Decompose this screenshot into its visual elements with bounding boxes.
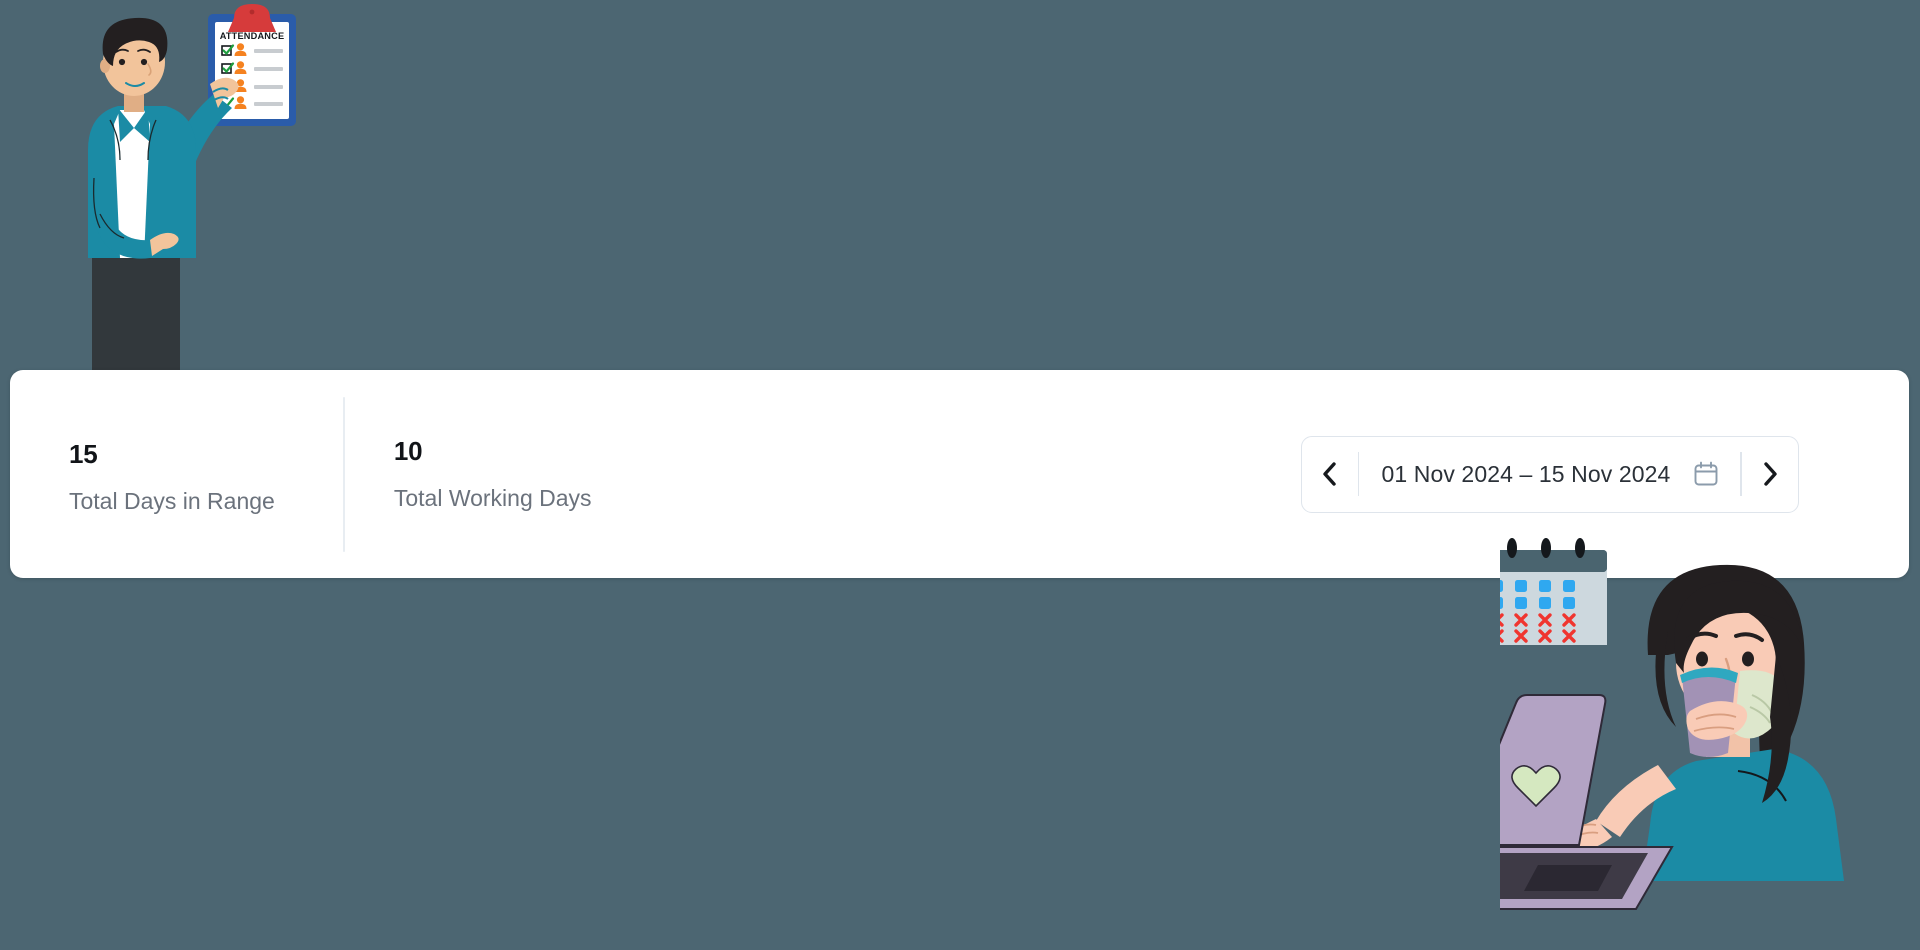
stat-total-days-in-range: 15 Total Days in Range xyxy=(10,435,275,513)
svg-text:ATTENDANCE: ATTENDANCE xyxy=(220,31,285,41)
calendar-icon[interactable] xyxy=(1692,460,1720,488)
next-range-button[interactable] xyxy=(1742,437,1798,512)
illustration-woman-with-laptop xyxy=(1418,535,1920,950)
stat-value: 15 xyxy=(69,439,98,469)
stat-total-working-days: 10 Total Working Days xyxy=(345,438,592,510)
clipboard-graphic: ATTENDANCE xyxy=(208,4,296,126)
stat-value: 10 xyxy=(393,436,423,466)
woman-figure xyxy=(1562,564,1844,881)
man-figure xyxy=(88,17,239,375)
heart-sticker-icon xyxy=(1511,765,1561,808)
date-range-display[interactable]: 01 Nov 2024 – 15 Nov 2024 xyxy=(1359,437,1740,512)
date-range-text: 01 Nov 2024 – 15 Nov 2024 xyxy=(1381,460,1671,487)
illustration-man-with-clipboard: ATTENDANCE xyxy=(70,0,380,375)
chevron-left-icon xyxy=(1323,462,1336,486)
laptop-graphic xyxy=(1418,694,1674,910)
attendance-summary-card: 15 Total Days in Range 10 Total Working … xyxy=(10,370,1909,578)
chevron-right-icon xyxy=(1764,462,1777,486)
stat-label: Total Working Days xyxy=(393,485,592,511)
stat-label: Total Days in Range xyxy=(69,488,275,514)
prev-range-button[interactable] xyxy=(1302,437,1358,512)
date-range-picker: 01 Nov 2024 – 15 Nov 2024 xyxy=(1300,435,1799,513)
